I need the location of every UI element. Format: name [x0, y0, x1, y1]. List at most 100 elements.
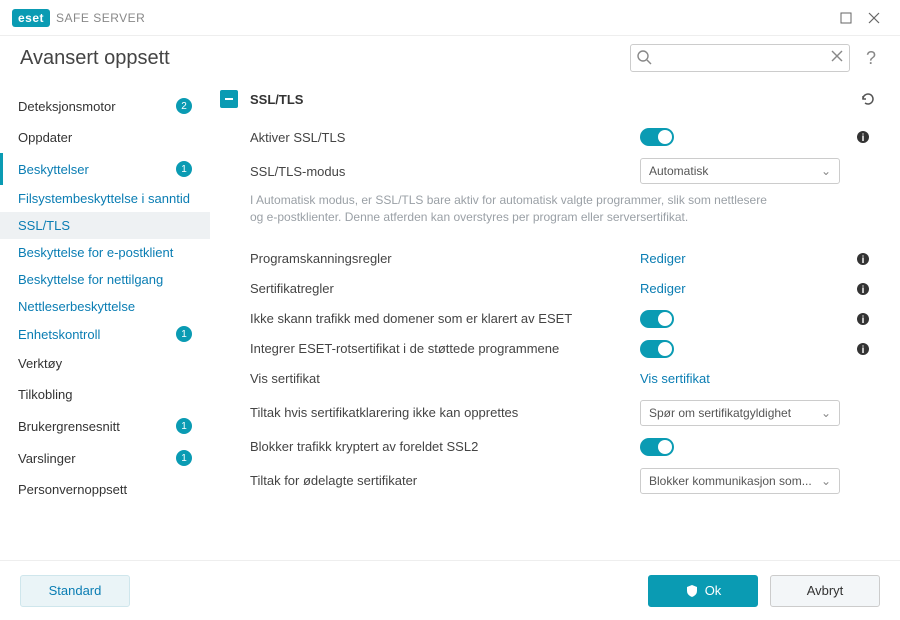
info-icon[interactable]: i — [856, 282, 870, 296]
ok-button-label: Ok — [705, 583, 722, 598]
sidebar-item-label: Deteksjonsmotor — [18, 99, 116, 114]
sidebar-item-ui[interactable]: Brukergrensesnitt 1 — [0, 410, 210, 442]
sidebar-item-notifications[interactable]: Varslinger 1 — [0, 442, 210, 474]
block-ssl2-label: Blokker trafikk kryptert av foreldet SSL… — [250, 439, 640, 454]
sidebar-sub-label: Nettleserbeskyttelse — [18, 299, 135, 314]
svg-text:i: i — [862, 315, 865, 326]
cert-rules-label: Sertifikatregler — [250, 281, 640, 296]
cert-rules-edit-link[interactable]: Rediger — [640, 281, 686, 296]
enable-ssl-toggle[interactable] — [640, 128, 674, 146]
search-wrap — [630, 44, 850, 72]
window-maximize-button[interactable] — [832, 4, 860, 32]
search-icon — [636, 49, 652, 65]
search-input[interactable] — [630, 44, 850, 72]
sidebar-item-connection[interactable]: Tilkobling — [0, 379, 210, 410]
sidebar-item-label: Personvernoppsett — [18, 482, 127, 497]
sidebar-sub-filesystem[interactable]: Filsystembeskyttelse i sanntid — [0, 185, 210, 212]
trusted-domains-toggle[interactable] — [640, 310, 674, 328]
sidebar-item-label: Oppdater — [18, 130, 72, 145]
panel-collapse-button[interactable] — [220, 90, 238, 108]
trust-action-value: Spør om sertifikatgyldighet — [649, 406, 791, 420]
block-ssl2-toggle[interactable] — [640, 438, 674, 456]
sidebar-sub-label: SSL/TLS — [18, 218, 70, 233]
app-logo: eset SAFE SERVER — [12, 9, 145, 27]
mode-select[interactable]: Automatisk ⌄ — [640, 158, 840, 184]
sidebar-item-label: Verktøy — [18, 356, 62, 371]
window-close-button[interactable] — [860, 4, 888, 32]
sidebar-item-tools[interactable]: Verktøy — [0, 348, 210, 379]
help-button[interactable]: ? — [862, 48, 880, 69]
sidebar-item-label: Beskyttelser — [18, 162, 89, 177]
sidebar-sub-email[interactable]: Beskyttelse for e-postklient — [0, 239, 210, 266]
svg-text:i: i — [862, 255, 865, 266]
default-button-label: Standard — [49, 583, 102, 598]
enable-ssl-label: Aktiver SSL/TLS — [250, 130, 640, 145]
info-icon[interactable]: i — [856, 252, 870, 266]
chevron-down-icon: ⌄ — [821, 406, 831, 420]
undo-icon — [860, 91, 876, 107]
mode-select-value: Automatisk — [649, 164, 708, 178]
mode-description: I Automatisk modus, er SSL/TLS bare akti… — [220, 190, 780, 244]
sidebar-item-label: Varslinger — [18, 451, 76, 466]
mode-label: SSL/TLS-modus — [250, 164, 640, 179]
info-icon[interactable]: i — [856, 130, 870, 144]
sidebar-badge: 1 — [176, 418, 192, 434]
logo-text: SAFE SERVER — [56, 11, 145, 25]
maximize-icon — [840, 12, 852, 24]
chevron-down-icon: ⌄ — [821, 474, 831, 488]
sidebar-item-detection[interactable]: Deteksjonsmotor 2 — [0, 90, 210, 122]
panel-title: SSL/TLS — [250, 92, 848, 107]
trusted-domains-label: Ikke skann trafikk med domener som er kl… — [250, 311, 640, 326]
sidebar: Deteksjonsmotor 2 Oppdater Beskyttelser … — [0, 80, 210, 560]
default-button[interactable]: Standard — [20, 575, 130, 607]
svg-text:i: i — [862, 285, 865, 296]
sidebar-badge: 1 — [176, 326, 192, 342]
sidebar-badge: 1 — [176, 161, 192, 177]
view-cert-link[interactable]: Vis sertifikat — [640, 371, 710, 386]
svg-text:i: i — [862, 133, 865, 144]
minus-icon — [224, 94, 234, 104]
chevron-down-icon: ⌄ — [821, 164, 831, 178]
search-clear-button[interactable] — [830, 49, 844, 63]
cancel-button-label: Avbryt — [807, 583, 844, 598]
close-icon — [868, 12, 880, 24]
footer: Standard Ok Avbryt — [0, 560, 900, 620]
info-icon[interactable]: i — [856, 312, 870, 326]
trust-action-select[interactable]: Spør om sertifikatgyldighet ⌄ — [640, 400, 840, 426]
page-title: Avansert oppsett — [20, 47, 618, 70]
sidebar-sub-label: Beskyttelse for e-postklient — [18, 245, 173, 260]
svg-text:i: i — [862, 345, 865, 356]
titlebar: eset SAFE SERVER — [0, 0, 900, 36]
trust-action-label: Tiltak hvis sertifikatklarering ikke kan… — [250, 405, 640, 420]
sidebar-sub-ssltls[interactable]: SSL/TLS — [0, 212, 210, 239]
sidebar-item-protections[interactable]: Beskyttelser 1 — [0, 153, 210, 185]
app-rules-edit-link[interactable]: Rediger — [640, 251, 686, 266]
sidebar-sub-device[interactable]: Enhetskontroll 1 — [0, 320, 210, 348]
x-icon — [830, 49, 844, 63]
sidebar-sub-label: Beskyttelse for nettilgang — [18, 272, 163, 287]
panel-reset-button[interactable] — [860, 91, 876, 107]
sidebar-item-update[interactable]: Oppdater — [0, 122, 210, 153]
corrupt-cert-select[interactable]: Blokker kommunikasjon som... ⌄ — [640, 468, 840, 494]
content-panel: SSL/TLS Aktiver SSL/TLS i SSL/TLS-modus … — [210, 80, 900, 560]
sidebar-badge: 1 — [176, 450, 192, 466]
sidebar-item-privacy[interactable]: Personvernoppsett — [0, 474, 210, 505]
sidebar-badge: 2 — [176, 98, 192, 114]
integrate-cert-toggle[interactable] — [640, 340, 674, 358]
corrupt-cert-value: Blokker kommunikasjon som... — [649, 474, 812, 488]
app-rules-label: Programskanningsregler — [250, 251, 640, 266]
sidebar-sub-browser[interactable]: Nettleserbeskyttelse — [0, 293, 210, 320]
shield-icon — [685, 584, 699, 598]
sidebar-sub-web[interactable]: Beskyttelse for nettilgang — [0, 266, 210, 293]
logo-badge: eset — [12, 9, 50, 27]
sidebar-sub-label: Filsystembeskyttelse i sanntid — [18, 191, 190, 206]
cancel-button[interactable]: Avbryt — [770, 575, 880, 607]
sidebar-item-label: Tilkobling — [18, 387, 72, 402]
corrupt-cert-label: Tiltak for ødelagte sertifikater — [250, 473, 640, 488]
info-icon[interactable]: i — [856, 342, 870, 356]
integrate-cert-label: Integrer ESET-rotsertifikat i de støtted… — [250, 341, 640, 356]
page-header: Avansert oppsett ? — [0, 36, 900, 80]
ok-button[interactable]: Ok — [648, 575, 758, 607]
sidebar-item-label: Brukergrensesnitt — [18, 419, 120, 434]
sidebar-sub-label: Enhetskontroll — [18, 327, 100, 342]
